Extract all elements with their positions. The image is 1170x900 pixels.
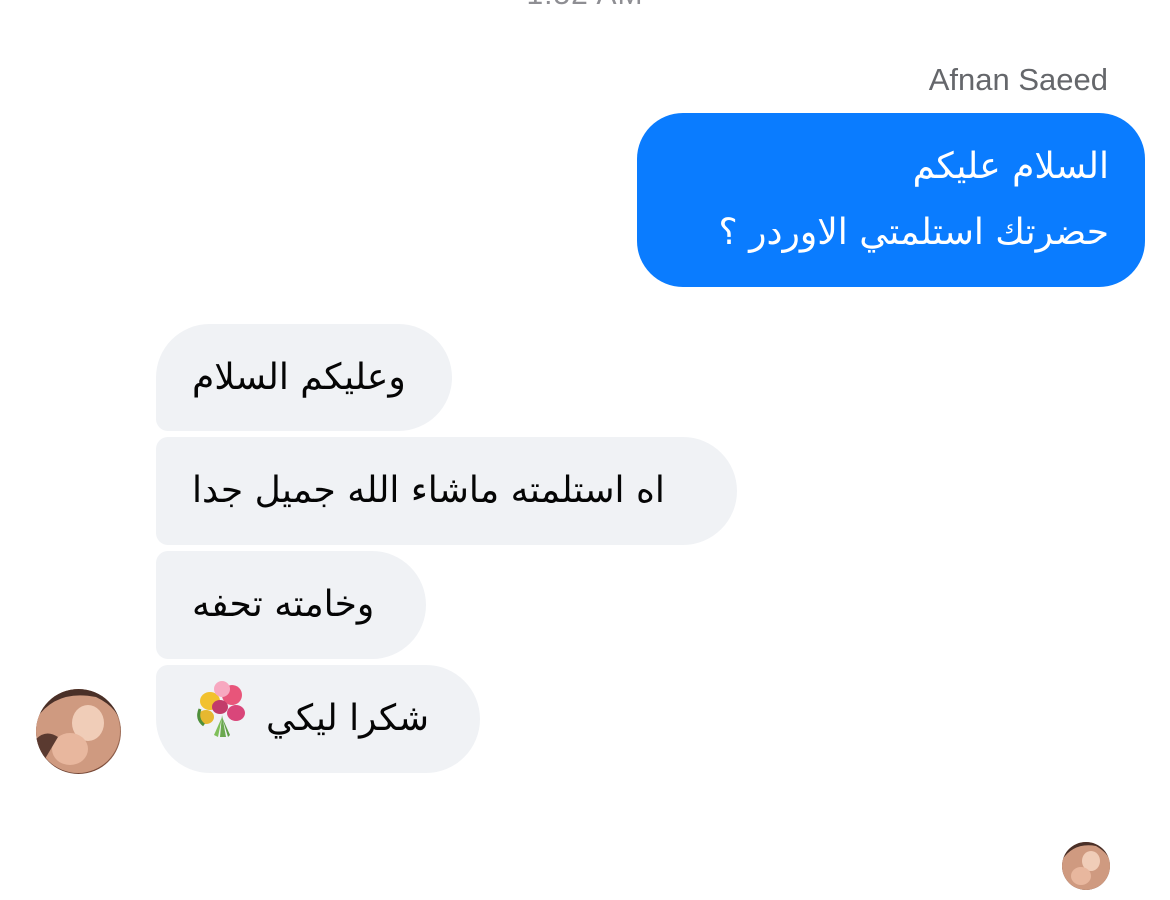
outgoing-message-line-1: السلام عليكم: [912, 146, 1109, 187]
bouquet-icon: [192, 679, 252, 760]
incoming-message-text: وخامته تحفه: [192, 584, 375, 625]
sender-name: Afnan Saeed: [928, 62, 1108, 97]
incoming-message-text: وعليكم السلام: [192, 356, 406, 398]
outgoing-message-bubble[interactable]: السلام عليكم حضرتك استلمتي الاوردر ؟: [637, 113, 1145, 287]
contact-avatar[interactable]: [36, 689, 121, 774]
seen-indicator-avatar: [1062, 842, 1110, 890]
message-timestamp: 1:52 AM: [0, 0, 1170, 12]
incoming-message-bubble[interactable]: وخامته تحفه: [156, 551, 426, 659]
incoming-message-bubble[interactable]: وعليكم السلام: [156, 324, 452, 431]
outgoing-message-line-2: حضرتك استلمتي الاوردر ؟: [718, 212, 1109, 253]
incoming-message-bubble[interactable]: اه استلمته ماشاء الله جميل جدا: [156, 437, 737, 545]
incoming-message-bubble[interactable]: شكرا ليكي: [156, 665, 480, 773]
incoming-message-text: شكرا ليكي: [266, 698, 430, 739]
incoming-message-text: اه استلمته ماشاء الله جميل جدا: [192, 470, 665, 511]
